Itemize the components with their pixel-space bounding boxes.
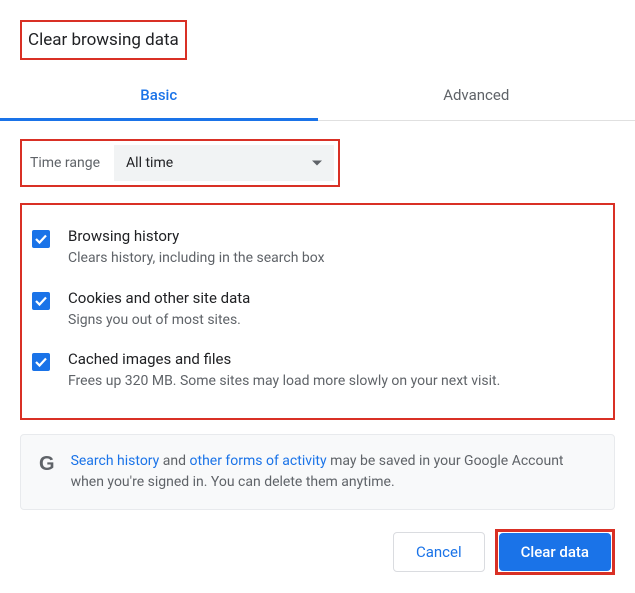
- option-desc: Signs you out of most sites.: [68, 311, 599, 331]
- option-title: Browsing history: [68, 227, 599, 245]
- option-cached: Cached images and files Frees up 320 MB.…: [26, 340, 605, 402]
- option-cookies: Cookies and other site data Signs you ou…: [26, 279, 605, 341]
- search-history-link[interactable]: Search history: [71, 453, 160, 469]
- clear-data-highlight: Clear data: [495, 529, 615, 575]
- dialog-footer: Cancel Clear data: [393, 529, 615, 575]
- clear-browsing-data-dialog: Clear browsing data Basic Advanced Time …: [0, 0, 635, 510]
- checkbox-cached[interactable]: [32, 353, 50, 371]
- time-range-row: Time range All time: [20, 139, 340, 187]
- time-range-label: Time range: [26, 155, 100, 171]
- checkbox-browsing-history[interactable]: [32, 230, 50, 248]
- tab-advanced[interactable]: Advanced: [318, 72, 635, 120]
- time-range-select[interactable]: All time: [114, 145, 334, 181]
- option-title: Cached images and files: [68, 350, 599, 368]
- option-text: Cookies and other site data Signs you ou…: [68, 289, 599, 331]
- chevron-down-icon: [312, 161, 322, 166]
- cancel-button[interactable]: Cancel: [393, 532, 485, 572]
- tabs: Basic Advanced: [0, 72, 635, 121]
- option-desc: Clears history, including in the search …: [68, 249, 599, 269]
- checkbox-cookies[interactable]: [32, 292, 50, 310]
- other-activity-link[interactable]: other forms of activity: [190, 453, 327, 469]
- dialog-title: Clear browsing data: [20, 20, 187, 60]
- check-icon: [34, 232, 48, 246]
- options-list: Browsing history Clears history, includi…: [20, 203, 615, 420]
- info-text: Search history and other forms of activi…: [71, 451, 596, 493]
- option-desc: Frees up 320 MB. Some sites may load mor…: [68, 372, 599, 392]
- google-icon: G: [39, 453, 55, 476]
- info-box: G Search history and other forms of acti…: [20, 434, 615, 510]
- tab-basic[interactable]: Basic: [0, 72, 318, 121]
- check-icon: [34, 294, 48, 308]
- clear-data-button[interactable]: Clear data: [499, 533, 611, 571]
- option-browsing-history: Browsing history Clears history, includi…: [26, 217, 605, 279]
- time-range-value: All time: [126, 155, 173, 171]
- check-icon: [34, 355, 48, 369]
- option-title: Cookies and other site data: [68, 289, 599, 307]
- option-text: Cached images and files Frees up 320 MB.…: [68, 350, 599, 392]
- option-text: Browsing history Clears history, includi…: [68, 227, 599, 269]
